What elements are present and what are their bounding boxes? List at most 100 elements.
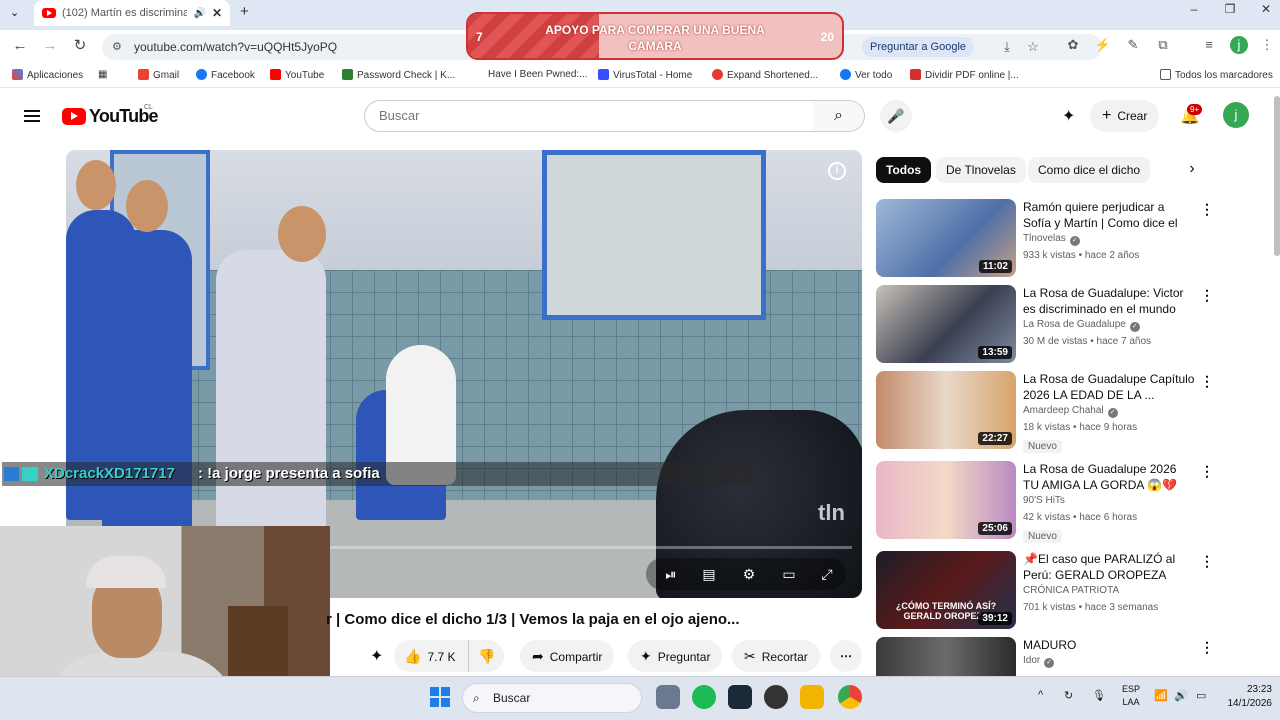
recommendation-item[interactable]: ¿CÓMO TERMINÓ ASÍ? GERALD OROPEZA 39:12 …	[876, 551, 1216, 631]
restore-icon[interactable]: ❐	[1212, 0, 1248, 20]
info-icon[interactable]: i	[828, 162, 846, 180]
chrome-menu-icon[interactable]: ⋮	[1258, 36, 1276, 54]
video-thumbnail[interactable]: 25:06	[876, 461, 1016, 539]
ask-button[interactable]: ✦ Preguntar	[628, 640, 723, 672]
search-input[interactable]: Buscar	[364, 100, 814, 132]
ai-sparkle-icon[interactable]: ✦	[370, 646, 383, 666]
ask-google-button[interactable]: Preguntar a Google	[862, 37, 975, 57]
settings-gear-icon[interactable]: ⚙	[740, 565, 758, 583]
video-thumbnail[interactable]: 22:27	[876, 371, 1016, 449]
extension-icon[interactable]: ✎	[1124, 36, 1142, 54]
extension-icon[interactable]: ⚡	[1094, 36, 1112, 54]
tab-search-icon[interactable]: ⌄	[10, 6, 19, 19]
close-window-icon[interactable]: ✕	[1248, 0, 1280, 20]
bookmark-apps[interactable]: Aplicaciones	[12, 69, 83, 81]
recommendation-channel[interactable]: CRÓNICA PATRIOTA	[1023, 585, 1119, 596]
chevron-right-icon[interactable]: ›	[1182, 160, 1202, 178]
chrome-icon[interactable]	[838, 685, 862, 709]
bookmark-ver-todo[interactable]: Ver todo	[840, 69, 892, 81]
video-thumbnail[interactable]: 11:02	[876, 199, 1016, 277]
more-vertical-icon[interactable]: ⋮	[1200, 463, 1214, 480]
bookmark-dividir-pdf[interactable]: Dividir PDF online |...	[910, 69, 1019, 81]
bookmark-expand-shortened[interactable]: Expand Shortened...	[712, 69, 818, 81]
bookmark-hibp[interactable]: Have I Been Pwned:...	[488, 69, 588, 80]
new-tab-icon[interactable]: +	[240, 3, 249, 20]
reload-icon[interactable]: ↻	[70, 36, 90, 56]
voice-search-button[interactable]: 🎤	[880, 100, 912, 132]
recommendation-channel[interactable]: Idor ✓	[1023, 655, 1055, 668]
extensions-puzzle-icon[interactable]: ⧉	[1154, 36, 1172, 54]
audio-icon[interactable]: 🔊	[193, 8, 205, 19]
spotify-icon[interactable]	[692, 685, 716, 709]
show-hidden-icons-icon[interactable]: ^	[1038, 689, 1043, 701]
recommendation-item[interactable]: 25:06 La Rosa de Guadalupe 2026 TU AMIGA…	[876, 461, 1216, 543]
windows-start-icon[interactable]	[430, 687, 450, 707]
recommendation-item[interactable]: 13:59 La Rosa de Guadalupe: Victor es di…	[876, 285, 1216, 365]
more-vertical-icon[interactable]: ⋮	[1200, 639, 1214, 656]
more-vertical-icon[interactable]: ⋮	[1200, 373, 1214, 390]
account-avatar[interactable]: j	[1223, 102, 1249, 128]
bookmark-facebook[interactable]: Facebook	[196, 69, 255, 81]
search-button[interactable]: ⌕	[813, 100, 865, 132]
install-app-icon[interactable]: ⤓	[998, 38, 1016, 56]
more-vertical-icon[interactable]: ⋮	[1200, 553, 1214, 570]
extension-icon[interactable]: ✿	[1064, 36, 1082, 54]
all-bookmarks[interactable]: Todos los marcadores	[1160, 69, 1273, 81]
media-control-icon[interactable]: ≡	[1200, 36, 1218, 54]
bookmark-youtube[interactable]: YouTube	[270, 69, 324, 81]
recommendation-title[interactable]: La Rosa de Guadalupe Capítulo 2026 LA ED…	[1023, 371, 1195, 403]
recommendation-item[interactable]: 22:27 La Rosa de Guadalupe Capítulo 2026…	[876, 371, 1216, 453]
recommendation-channel[interactable]: 90'S HiTs	[1023, 495, 1065, 506]
steam-icon[interactable]	[728, 685, 752, 709]
chip-tlnovelas[interactable]: De Tlnovelas	[936, 157, 1026, 183]
recommendation-item[interactable]: 11:02 Ramón quiere perjudicar a Sofía y …	[876, 199, 1216, 279]
site-info-icon[interactable]: ⚙	[112, 40, 126, 54]
wifi-icon[interactable]: 📶	[1154, 689, 1168, 702]
autoplay-toggle-icon[interactable]: ⏯	[662, 565, 680, 583]
task-view-icon[interactable]	[656, 685, 680, 709]
grid-icon[interactable]: ▦	[98, 69, 107, 80]
thumbs-down-icon[interactable]: 👎	[478, 640, 495, 672]
create-button[interactable]: + Crear	[1090, 100, 1160, 132]
recommendation-title[interactable]: Ramón quiere perjudicar a Sofía y Martín…	[1023, 199, 1195, 231]
recommendation-channel[interactable]: La Rosa de Guadalupe ✓	[1023, 319, 1140, 332]
subtitles-icon[interactable]: ▤	[700, 565, 718, 583]
sync-icon[interactable]: ↻	[1064, 689, 1073, 702]
minimize-icon[interactable]: –	[1176, 0, 1212, 20]
app-icon[interactable]	[800, 685, 824, 709]
video-thumbnail[interactable]	[876, 637, 1016, 677]
profile-avatar[interactable]: j	[1230, 36, 1248, 54]
recommendation-title[interactable]: La Rosa de Guadalupe: Victor es discrimi…	[1023, 285, 1195, 317]
more-vertical-icon[interactable]: ⋮	[1200, 287, 1214, 304]
video-thumbnail[interactable]: 13:59	[876, 285, 1016, 363]
bookmark-star-icon[interactable]: ☆	[1024, 38, 1042, 56]
menu-icon[interactable]	[24, 110, 40, 122]
ai-sparkle-icon[interactable]: ✦	[1062, 106, 1075, 126]
close-tab-icon[interactable]: ✕	[212, 6, 222, 20]
video-thumbnail[interactable]: ¿CÓMO TERMINÓ ASÍ? GERALD OROPEZA 39:12	[876, 551, 1016, 629]
theater-mode-icon[interactable]: ▭	[780, 565, 798, 583]
recommendation-channel[interactable]: Amardeep Chahal ✓	[1023, 405, 1118, 418]
language-indicator[interactable]: ESP LAA	[1118, 683, 1144, 709]
chip-todos[interactable]: Todos	[876, 157, 932, 183]
taskbar-search[interactable]: ⌕ Buscar	[462, 683, 642, 713]
bookmark-password-check[interactable]: Password Check | K...	[342, 69, 455, 81]
recommendation-title[interactable]: 📌El caso que PARALIZÓ al Perú: GERALD OR…	[1023, 551, 1195, 583]
chip-como-dice-el-dicho[interactable]: Como dice el dicho	[1028, 157, 1151, 183]
microphone-icon[interactable]: 🎙	[1092, 689, 1106, 702]
back-icon[interactable]: ←	[10, 36, 30, 56]
system-clock[interactable]: 23:23 14/1/2026	[1222, 683, 1273, 711]
share-button[interactable]: ➦ Compartir	[520, 640, 615, 672]
more-vertical-icon[interactable]: ⋮	[1200, 201, 1214, 218]
forward-icon[interactable]: →	[40, 36, 60, 56]
like-button[interactable]: 👍 7.7 K 👎	[394, 640, 504, 672]
recommendation-title[interactable]: La Rosa de Guadalupe 2026 TU AMIGA LA GO…	[1023, 461, 1195, 493]
page-scrollbar[interactable]	[1274, 96, 1280, 256]
browser-tab[interactable]: (102) Martín es discriminad 🔊 ✕	[34, 0, 230, 26]
battery-icon[interactable]: ▭	[1196, 689, 1206, 702]
bookmark-virustotal[interactable]: VirusTotal - Home	[598, 69, 692, 81]
recommendation-channel[interactable]: Tlnovelas ✓	[1023, 233, 1080, 246]
fullscreen-icon[interactable]: ⤢	[818, 565, 836, 583]
volume-icon[interactable]: 🔊	[1174, 689, 1188, 702]
recommendation-title[interactable]: MADURO	[1023, 637, 1195, 653]
